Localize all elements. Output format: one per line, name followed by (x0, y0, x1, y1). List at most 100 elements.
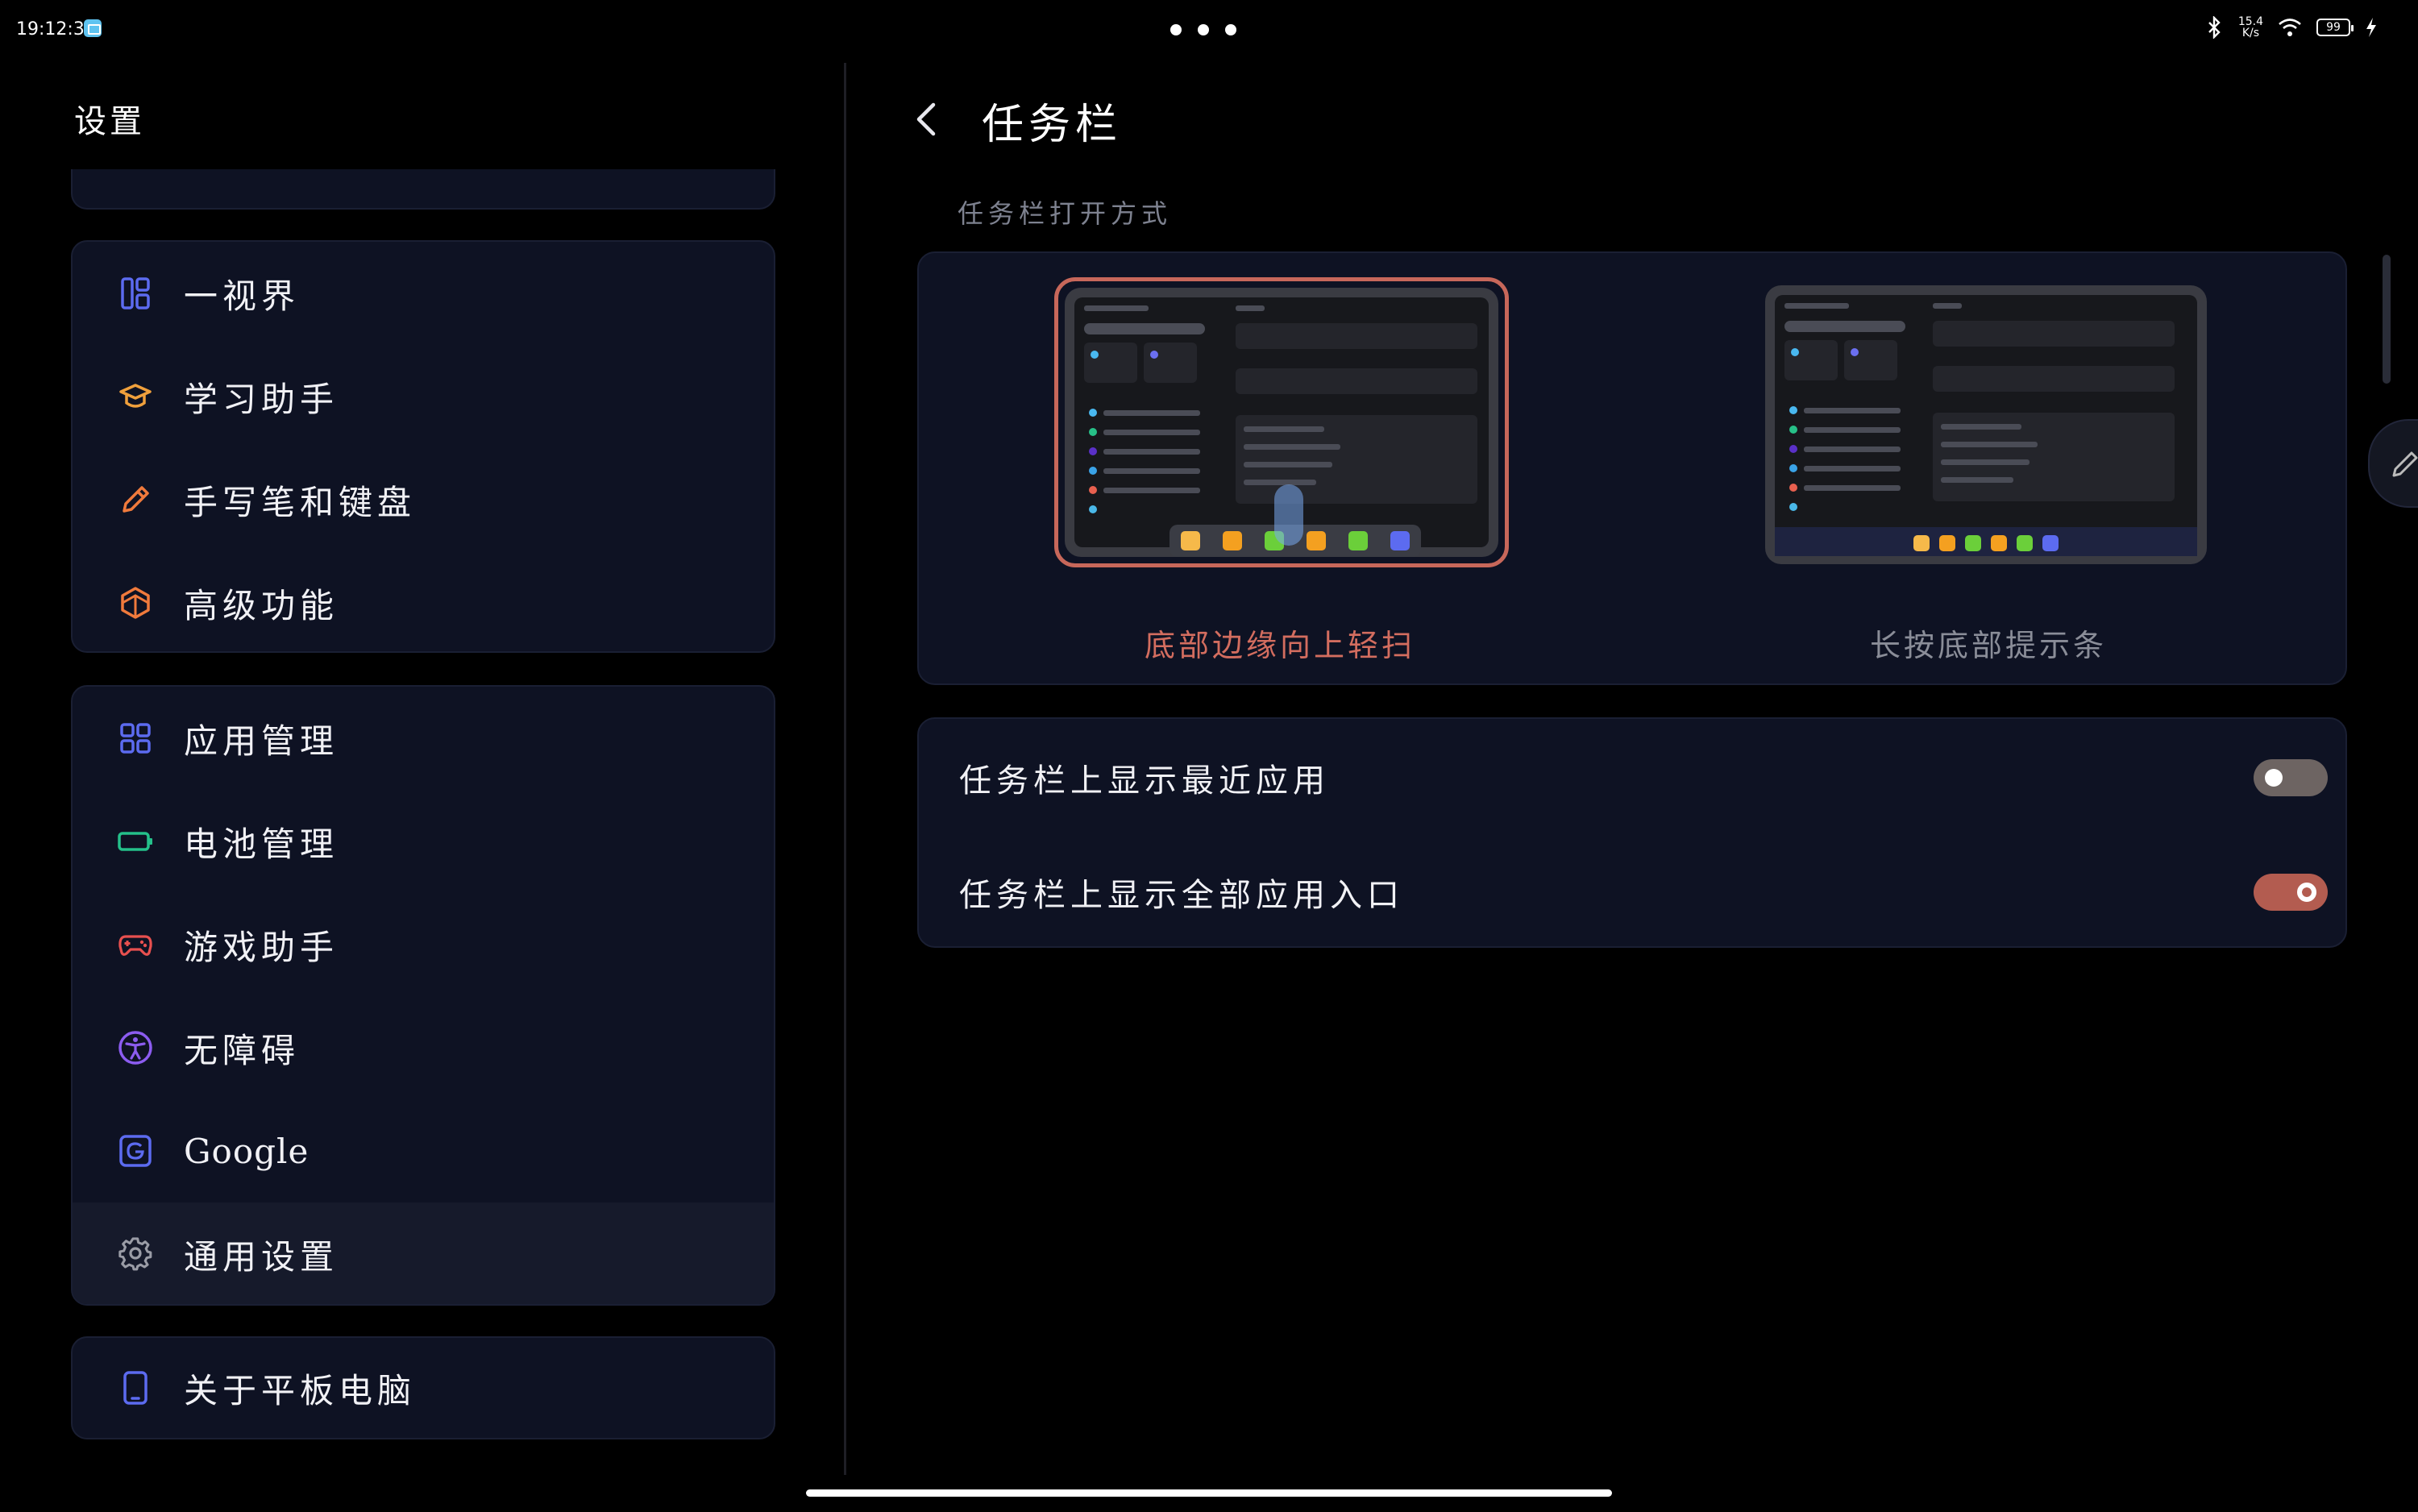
sidebar-item-app-management[interactable]: 应用管理 (73, 687, 774, 790)
toggle-row-recent-apps[interactable]: 任务栏上显示最近应用 (959, 750, 2328, 806)
gear-icon (118, 1236, 153, 1272)
preview-bar (1103, 449, 1200, 455)
settings-title: 设置 (74, 103, 145, 140)
preview-panel (1084, 343, 1137, 383)
gamepad-icon (118, 927, 153, 962)
net-speed-value: 15.4 (2237, 15, 2263, 28)
pane-divider[interactable] (844, 63, 846, 1475)
preview-screen (1074, 297, 1489, 557)
mode-label-long-press[interactable]: 长按底部提示条 (1870, 621, 2107, 665)
back-arrow-icon[interactable] (909, 97, 945, 142)
sidebar-item-label: 学习助手 (184, 379, 339, 419)
bluetooth-icon (2208, 16, 2221, 39)
preview-panel (1236, 323, 1477, 349)
preview-app (1913, 535, 1930, 551)
notification-app-icon (84, 19, 102, 37)
sidebar-item-multi-window[interactable]: 一视界 (73, 242, 774, 345)
preview-panel (1844, 340, 1897, 380)
preview-dot (1851, 348, 1859, 356)
preview-panel (1144, 343, 1197, 383)
sidebar-item-advanced-features[interactable]: 高级功能 (73, 551, 774, 651)
preview-app (1965, 535, 1981, 551)
preview-dot (1091, 351, 1099, 359)
preview-dot (1789, 445, 1797, 453)
preview-bar (1804, 447, 1901, 452)
cube-icon (118, 585, 153, 621)
mode-label-swipe-up[interactable]: 底部边缘向上轻扫 (1145, 621, 1415, 665)
preview-dot (1150, 351, 1158, 359)
toggle-row-all-apps-entry[interactable]: 任务栏上显示全部应用入口 (959, 864, 2328, 920)
sidebar-item-google[interactable]: Google (73, 1099, 774, 1203)
pen-icon (2392, 451, 2418, 477)
sidebar-item-label: 高级功能 (184, 585, 339, 625)
wifi-icon (2279, 19, 2301, 36)
preview-app (1939, 535, 1955, 551)
preview-bar (1933, 303, 1962, 309)
preview-dot (1089, 409, 1097, 417)
preview-bar (1084, 323, 1205, 334)
sidebar-item-learning-assistant[interactable]: 学习助手 (73, 345, 774, 448)
page-dot (1198, 24, 1209, 35)
preview-app (2042, 535, 2059, 551)
mode-option-long-press[interactable] (1765, 285, 2207, 564)
sidebar-item-label: 关于平板电脑 (184, 1370, 417, 1410)
settings-group-about: 关于平板电脑 (71, 1336, 775, 1439)
preview-dot (1789, 406, 1797, 414)
preview-dot (1789, 503, 1797, 511)
recent-apps-switch[interactable] (2254, 759, 2328, 796)
preview-bar (1236, 305, 1265, 311)
graduation-cap-icon (118, 379, 153, 414)
preview-bar (1804, 485, 1901, 491)
preview-taskbar (1775, 527, 2197, 556)
preview-dot (1089, 486, 1097, 494)
pencil-icon (118, 482, 153, 517)
sidebar-item-label: 电池管理 (184, 824, 339, 864)
settings-group-system: 应用管理 电池管理 游戏助手 无障碍 Google 通用设置 (71, 685, 775, 1306)
preview-dot (1789, 464, 1797, 472)
toggle-label: 任务栏上显示最近应用 (959, 762, 1330, 800)
stylus-shortcut-tab[interactable] (2368, 419, 2418, 508)
preview-bar (1244, 426, 1324, 432)
status-icons: 15.4 K/s 99 (2204, 16, 2378, 39)
scrollbar[interactable] (2383, 255, 2391, 384)
home-indicator[interactable] (806, 1489, 1612, 1497)
preview-panel (1933, 366, 2175, 392)
preview-bar (1804, 408, 1901, 413)
sidebar-item-about-tablet[interactable]: 关于平板电脑 (73, 1338, 774, 1438)
preview-dot (1089, 447, 1097, 455)
section-label: 任务栏打开方式 (958, 198, 1173, 229)
preview-app (1390, 531, 1410, 550)
sidebar-item-accessibility[interactable]: 无障碍 (73, 996, 774, 1099)
preview-app (1348, 531, 1368, 550)
preview-bar (1784, 321, 1905, 332)
google-icon (118, 1133, 153, 1169)
preview-bar (1103, 468, 1200, 474)
preview-dot (1089, 467, 1097, 475)
net-speed-unit: K/s (2241, 27, 2260, 39)
preview-dot (1789, 426, 1797, 434)
preview-app (1307, 531, 1326, 550)
toggle-label: 任务栏上显示全部应用入口 (959, 877, 1404, 914)
all-apps-entry-switch[interactable] (2254, 874, 2328, 911)
sidebar-item-label: 游戏助手 (184, 927, 339, 967)
sidebar-item-stylus-keyboard[interactable]: 手写笔和键盘 (73, 448, 774, 551)
grid-icon (118, 721, 153, 756)
taskbar-toggles-card: 任务栏上显示最近应用 任务栏上显示全部应用入口 (917, 717, 2347, 948)
tablet-preview (1765, 285, 2207, 564)
preview-bar (1103, 430, 1200, 435)
settings-group-features: 一视界 学习助手 手写笔和键盘 高级功能 (71, 240, 775, 653)
sidebar-item-general-settings[interactable]: 通用设置 (73, 1203, 774, 1304)
mode-option-swipe-up[interactable] (1054, 277, 1509, 567)
page-indicator[interactable] (1170, 24, 1236, 35)
battery-indicator: 99 (2316, 19, 2354, 36)
tablet-preview (1065, 288, 1498, 557)
preview-bar (1941, 477, 2013, 483)
sidebar-item-label: 手写笔和键盘 (184, 482, 417, 522)
swipe-gesture-indicator (1274, 484, 1303, 546)
sidebar-item-game-assistant[interactable]: 游戏助手 (73, 893, 774, 996)
preview-bar (1941, 442, 2038, 447)
sidebar-item-battery[interactable]: 电池管理 (73, 790, 774, 893)
sidebar-item-label: 一视界 (184, 276, 301, 316)
preview-bar (1103, 488, 1200, 493)
sidebar-item-label: 通用设置 (184, 1236, 339, 1277)
